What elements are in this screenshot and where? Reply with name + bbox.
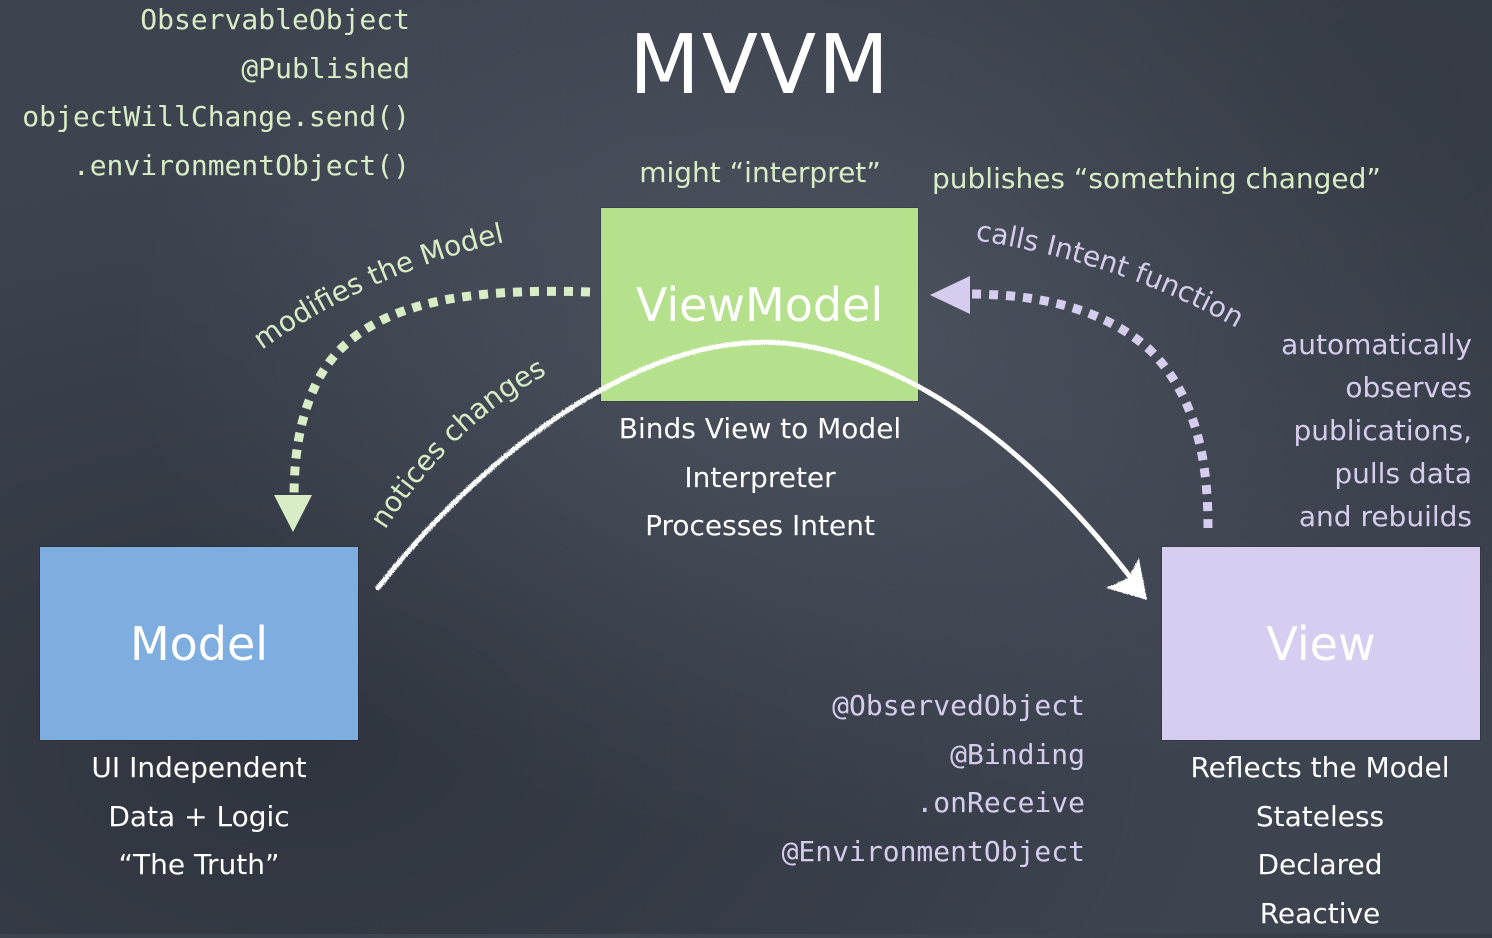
note-publishes-something-changed: publishes “something changed” [932,162,1381,195]
calls-intent-arrow [968,294,1208,528]
code-environment-object: @EnvironmentObject [700,828,1085,877]
code-observable-object: ObservableObject [0,0,410,45]
note-automatically-observes: automatically observes publications, pul… [1180,323,1472,538]
observes-line: observes [1180,366,1472,409]
model-desc-line: Data + Logic [40,793,358,842]
observes-line: publications, [1180,409,1472,452]
observes-line: pulls data [1180,452,1472,495]
viewmodel-desc-line: Binds View to Model [560,405,960,454]
model-box-label: Model [130,617,268,671]
view-box: View [1162,547,1480,740]
model-box: Model [40,547,358,740]
arrowhead-to-model-icon [274,495,312,532]
modifies-model-text: modifies the Model [247,217,506,356]
modifies-model-arrow [294,291,590,500]
diagram-title: MVVM [560,18,960,113]
modifies-model-label: modifies the Model [247,217,506,356]
code-object-will-change: objectWillChange.send() [0,93,410,142]
viewmodel-desc-line: Interpreter [560,454,960,503]
note-might-interpret: might “interpret” [600,156,920,189]
viewmodel-code-list: ObservableObject @Published objectWillCh… [0,0,410,190]
notices-changes-text: notices changes [363,351,550,534]
code-observed-object: @ObservedObject [700,682,1085,731]
code-published: @Published [0,45,410,94]
viewmodel-box-label: ViewModel [636,278,883,332]
arrowhead-to-view-icon [1106,558,1147,600]
model-desc-line: UI Independent [40,744,358,793]
code-environment-object-modifier: .environmentObject() [0,142,410,191]
observes-line: automatically [1180,323,1472,366]
view-desc-line: Stateless [1140,793,1492,842]
view-box-label: View [1266,617,1375,671]
viewmodel-box: ViewModel [601,208,918,401]
calls-intent-label: calls Intent function [974,214,1250,334]
model-desc-line: “The Truth” [40,841,358,890]
view-code-list: @ObservedObject @Binding .onReceive @Env… [700,682,1085,876]
viewmodel-description: Binds View to Model Interpreter Processe… [560,405,960,551]
observes-line: and rebuilds [1180,495,1472,538]
calls-intent-text: calls Intent function [974,214,1250,334]
code-binding: @Binding [700,731,1085,780]
model-description: UI Independent Data + Logic “The Truth” [40,744,358,890]
view-desc-line: Reflects the Model [1140,744,1492,793]
notices-changes-label: notices changes [363,351,550,534]
view-description: Reflects the Model Stateless Declared Re… [1140,744,1492,938]
view-desc-line: Declared [1140,841,1492,890]
code-on-receive: .onReceive [700,779,1085,828]
arrowhead-to-viewmodel-icon [930,276,970,314]
viewmodel-desc-line: Processes Intent [560,502,960,551]
view-desc-line: Reactive [1140,890,1492,938]
